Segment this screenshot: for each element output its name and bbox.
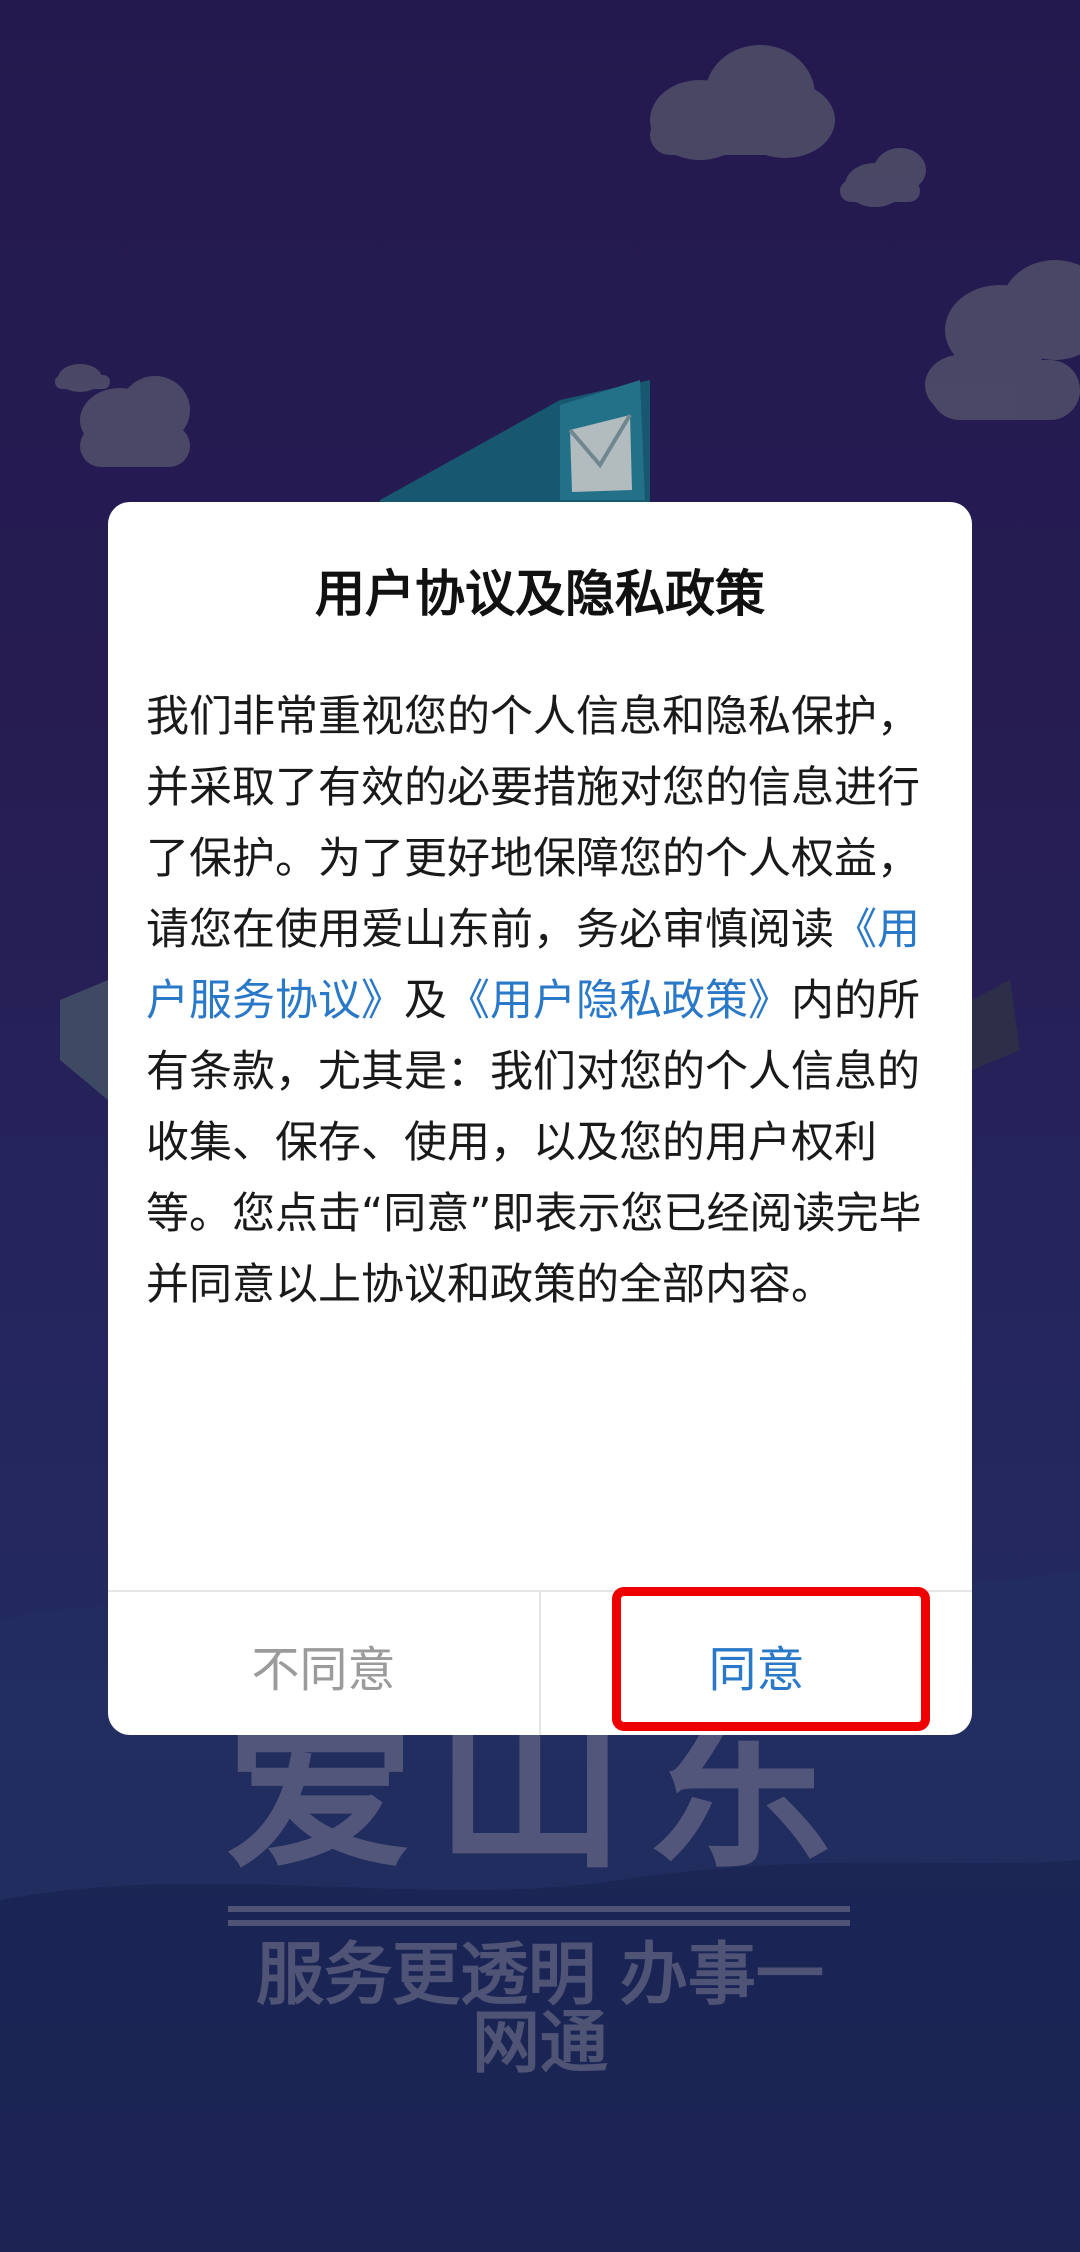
dialog-button-row: 不同意 同意	[108, 1590, 972, 1735]
privacy-dialog: 用户协议及隐私政策 我们非常重视您的个人信息和隐私保护，并采取了有效的必要措施对…	[108, 502, 972, 1735]
dialog-title: 用户协议及隐私政策	[315, 565, 765, 623]
disagree-button[interactable]: 不同意	[108, 1592, 541, 1735]
agree-button[interactable]: 同意	[541, 1592, 972, 1735]
body-text: 及	[404, 976, 447, 1026]
dialog-body: 我们非常重视您的个人信息和隐私保护，并采取了有效的必要措施对您的信息进行了保护。…	[146, 682, 942, 1321]
body-text: 内的所有条款，尤其是：我们对您的个人信息的收集、保存、使用，以及您的用户权利等。…	[146, 976, 922, 1310]
privacy-policy-link[interactable]: 《用户隐私政策》	[447, 976, 791, 1026]
body-text: 我们非常重视您的个人信息和隐私保护，并采取了有效的必要措施对您的信息进行了保护。…	[146, 692, 920, 955]
splash-screen: 爱山东 服务更透明 办事一网通 用户协议及隐私政策 我们非常重视您的个人信息和隐…	[0, 0, 1080, 2252]
